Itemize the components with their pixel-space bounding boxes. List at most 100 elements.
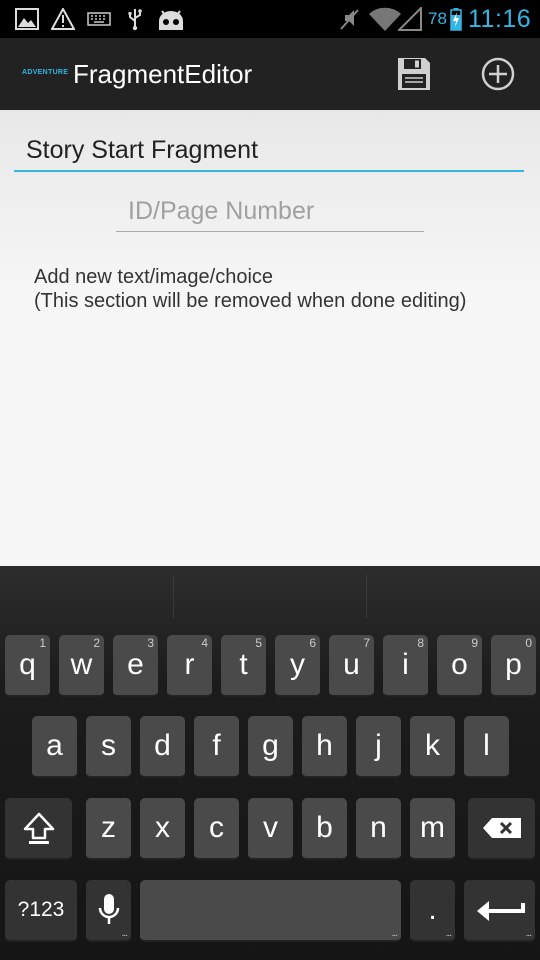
key-d[interactable]: d bbox=[140, 716, 185, 778]
key-m[interactable]: m bbox=[410, 798, 455, 860]
key-label: k bbox=[425, 729, 440, 762]
shift-key[interactable] bbox=[5, 798, 72, 860]
period-key[interactable]: . ... bbox=[410, 880, 455, 942]
key-hint: 5 bbox=[255, 636, 262, 650]
key-g[interactable]: g bbox=[248, 716, 293, 778]
removal-note: (This section will be removed when done … bbox=[34, 290, 467, 312]
key-hint: 0 bbox=[525, 636, 532, 650]
key-hint: 6 bbox=[309, 636, 316, 650]
key-hint: 7 bbox=[363, 636, 370, 650]
key-hint: 3 bbox=[147, 636, 154, 650]
key-label: o bbox=[451, 648, 468, 681]
key-s[interactable]: s bbox=[86, 716, 131, 778]
key-label: t bbox=[239, 648, 248, 681]
key-w[interactable]: w2 bbox=[59, 635, 104, 697]
key-hint: 9 bbox=[471, 636, 478, 650]
key-label: i bbox=[402, 648, 409, 681]
key-i[interactable]: i8 bbox=[383, 635, 428, 697]
shift-icon bbox=[23, 812, 54, 844]
action-bar: ADVENTURE FragmentEditor bbox=[0, 38, 540, 110]
key-label: z bbox=[101, 811, 116, 844]
key-label: y bbox=[290, 648, 305, 681]
battery-percent: 78 bbox=[428, 9, 447, 28]
battery-icon bbox=[450, 0, 462, 38]
key-label: a bbox=[46, 729, 63, 762]
status-bar: 78 11:16 bbox=[0, 0, 540, 38]
key-x[interactable]: x bbox=[140, 798, 185, 860]
app-title: FragmentEditor bbox=[73, 59, 253, 89]
key-q[interactable]: q1 bbox=[5, 635, 50, 697]
soft-keyboard: q1 w2 e3 r4 t5 y6 u7 i8 o9 p0 a s d f g … bbox=[0, 566, 540, 960]
symbols-key[interactable]: ?123 bbox=[5, 880, 77, 942]
signal-icon bbox=[398, 0, 422, 38]
key-label: u bbox=[343, 648, 360, 681]
key-label: . bbox=[428, 893, 437, 926]
key-label: b bbox=[316, 811, 333, 844]
add-new-content-label[interactable]: Add new text/image/choice bbox=[34, 266, 273, 289]
app-logo[interactable]: ADVENTURE bbox=[22, 69, 68, 76]
key-h[interactable]: h bbox=[302, 716, 347, 778]
key-j[interactable]: j bbox=[356, 716, 401, 778]
key-n[interactable]: n bbox=[356, 798, 401, 860]
key-label: f bbox=[212, 729, 221, 762]
add-button[interactable] bbox=[474, 50, 522, 98]
key-label: q bbox=[19, 648, 36, 681]
key-u[interactable]: u7 bbox=[329, 635, 374, 697]
microphone-icon bbox=[98, 894, 119, 924]
save-button[interactable] bbox=[390, 50, 438, 98]
mute-icon bbox=[336, 0, 362, 38]
key-b[interactable]: b bbox=[302, 798, 347, 860]
more-options-dots: ... bbox=[121, 928, 128, 939]
key-label: e bbox=[127, 648, 144, 681]
mic-key[interactable]: ... bbox=[86, 880, 131, 942]
save-icon bbox=[398, 58, 430, 90]
key-label: j bbox=[375, 729, 382, 762]
space-key[interactable]: ... bbox=[140, 880, 401, 942]
key-label: v bbox=[263, 811, 278, 844]
key-label: p bbox=[505, 648, 522, 681]
page-number-input[interactable] bbox=[116, 192, 424, 232]
key-v[interactable]: v bbox=[248, 798, 293, 860]
fragment-title-input[interactable] bbox=[14, 130, 524, 172]
key-hint: 2 bbox=[93, 636, 100, 650]
key-label: l bbox=[483, 729, 490, 762]
key-e[interactable]: e3 bbox=[113, 635, 158, 697]
keyboard-icon bbox=[87, 0, 111, 38]
key-o[interactable]: o9 bbox=[437, 635, 482, 697]
key-label: r bbox=[184, 648, 195, 681]
key-hint: 1 bbox=[39, 636, 46, 650]
usb-icon bbox=[124, 0, 146, 38]
status-clock: 11:16 bbox=[468, 5, 532, 33]
key-c[interactable]: c bbox=[194, 798, 239, 860]
key-f[interactable]: f bbox=[194, 716, 239, 778]
key-label: s bbox=[101, 729, 116, 762]
backspace-icon bbox=[482, 818, 521, 838]
key-y[interactable]: y6 bbox=[275, 635, 320, 697]
wifi-icon bbox=[368, 0, 402, 38]
picture-icon bbox=[14, 0, 40, 38]
android-icon bbox=[156, 0, 186, 38]
key-t[interactable]: t5 bbox=[221, 635, 266, 697]
more-options-dots: ... bbox=[391, 928, 398, 939]
more-options-dots: ... bbox=[445, 928, 452, 939]
key-label: m bbox=[420, 811, 445, 844]
key-p[interactable]: p0 bbox=[491, 635, 536, 697]
key-l[interactable]: l bbox=[464, 716, 509, 778]
key-r[interactable]: r4 bbox=[167, 635, 212, 697]
key-k[interactable]: k bbox=[410, 716, 455, 778]
add-circle-icon bbox=[481, 57, 515, 91]
key-a[interactable]: a bbox=[32, 716, 77, 778]
suggestion-divider bbox=[173, 574, 174, 618]
suggestion-strip[interactable] bbox=[0, 566, 540, 620]
key-z[interactable]: z bbox=[86, 798, 131, 860]
backspace-key[interactable] bbox=[468, 798, 535, 860]
key-label: n bbox=[370, 811, 387, 844]
key-hint: 4 bbox=[201, 636, 208, 650]
key-label: c bbox=[209, 811, 224, 844]
suggestion-divider bbox=[366, 574, 367, 618]
key-label: g bbox=[262, 729, 279, 762]
editor-area: Add new text/image/choice (This section … bbox=[0, 110, 540, 566]
enter-key[interactable]: ... bbox=[464, 880, 535, 942]
more-options-dots: ... bbox=[525, 928, 532, 939]
key-label: ?123 bbox=[17, 898, 65, 921]
